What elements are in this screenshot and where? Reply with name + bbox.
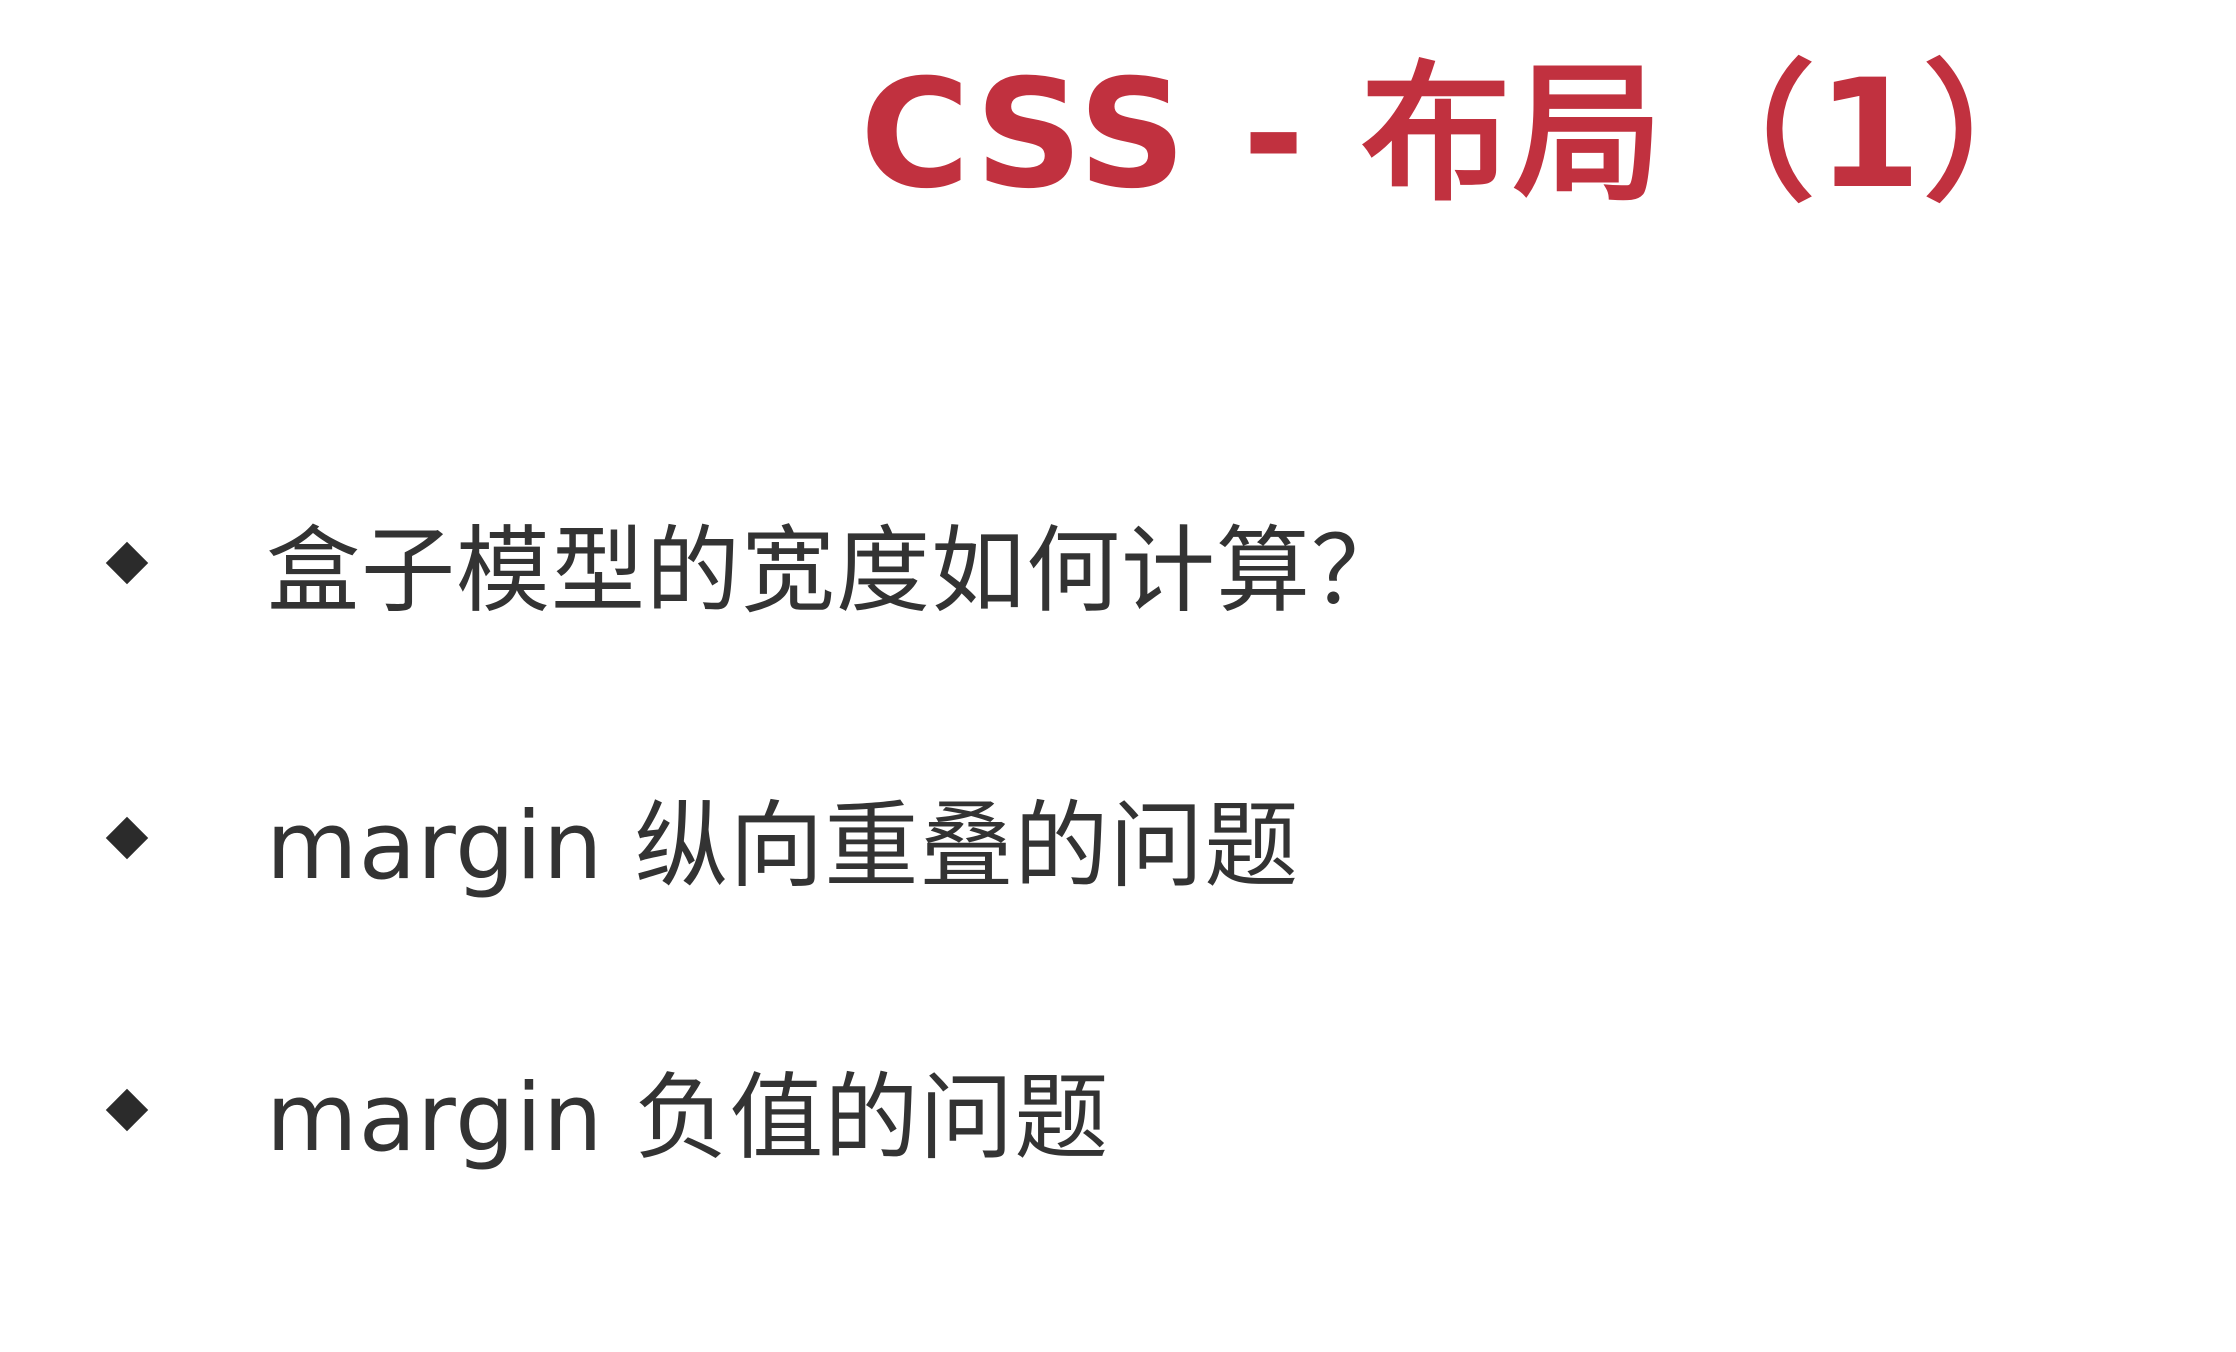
bullet-text: 盒子模型的宽度如何计算？ [266, 517, 1407, 626]
list-item: 盒子模型的宽度如何计算？ [100, 503, 1406, 626]
slide: CSS - 布局（1） 盒子模型的宽度如何计算？ margin 纵向重叠的问题 … [0, 0, 2236, 1352]
list-item: margin 负值的问题 [100, 1050, 1109, 1173]
bullet-text: margin 纵向重叠的问题 [266, 792, 1300, 901]
bullet-text: margin 负值的问题 [266, 1064, 1110, 1173]
diamond-bullet-icon [105, 1088, 149, 1132]
list-item: margin 纵向重叠的问题 [100, 778, 1299, 901]
diamond-bullet-icon [105, 816, 149, 860]
diamond-bullet-icon [105, 541, 149, 585]
bullet-list: 盒子模型的宽度如何计算？ margin 纵向重叠的问题 margin 负值的问题 [0, 0, 2236, 1352]
